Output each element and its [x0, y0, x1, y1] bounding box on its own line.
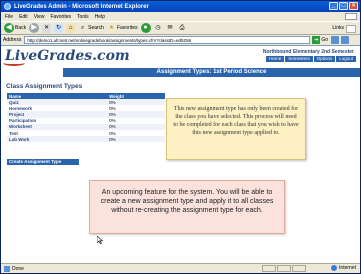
browser-window: LiveGrades Admin - Microsoft Internet Ex…: [0, 0, 361, 274]
menu-file[interactable]: File: [5, 14, 13, 20]
window-controls: _ □ ×: [329, 2, 358, 10]
print-icon[interactable]: ⎙: [178, 24, 187, 33]
favorites-label: Favorites: [116, 25, 138, 31]
nav-home[interactable]: Home: [266, 56, 285, 62]
nav-logout[interactable]: Logout: [336, 56, 356, 62]
refresh-icon[interactable]: ↻: [54, 23, 64, 33]
callout-note-yellow: This new assignment type has only been c…: [166, 98, 306, 160]
back-arrow-icon: ◀: [4, 23, 14, 33]
nav-options[interactable]: Options: [313, 56, 336, 62]
menu-tools[interactable]: Tools: [77, 14, 89, 20]
go-arrow-icon[interactable]: ➔: [312, 36, 321, 44]
mail-icon[interactable]: ✉: [166, 24, 175, 33]
status-pane: [277, 265, 291, 272]
menu-edit[interactable]: Edit: [19, 14, 28, 20]
address-tools: [331, 36, 350, 44]
ie-icon: [4, 3, 11, 10]
menu-bar: File Edit View Favorites Tools Help: [1, 12, 360, 21]
nav-semesters[interactable]: Semesters: [285, 56, 313, 62]
address-label: Address: [3, 37, 22, 43]
page-viewport: LiveGrades.com Northbound Elementary 2nd…: [1, 45, 360, 263]
search-icon: ⌕: [80, 24, 85, 31]
menu-view[interactable]: View: [34, 14, 45, 20]
toolbar: ◀ Back ▶ ✕ ↻ ⌂ ⌕ Search ★ Favorites ● ◷ …: [1, 21, 360, 35]
status-bar: Done Internet: [1, 263, 360, 273]
windows-logo-icon: [345, 13, 357, 20]
site-nav: Home Semesters Options Logout: [266, 56, 356, 62]
back-label: Back: [15, 25, 27, 31]
home-icon[interactable]: ⌂: [66, 23, 76, 33]
menu-help[interactable]: Help: [95, 14, 105, 20]
page-banner: Assignment Types: 1st Period Science: [63, 68, 360, 77]
table-row: Lab Work 0%: [7, 136, 165, 143]
go-label[interactable]: Go: [321, 37, 328, 43]
window-title: LiveGrades Admin - Microsoft Internet Ex…: [14, 3, 149, 10]
status-panes: [262, 265, 306, 272]
site-header: LiveGrades.com Northbound Elementary 2nd…: [1, 46, 360, 68]
stop-icon[interactable]: ✕: [42, 23, 52, 33]
mouse-cursor-icon: [97, 236, 103, 244]
links-label[interactable]: Links: [332, 25, 344, 31]
create-assignment-type-button[interactable]: Create Assignment Type: [7, 159, 79, 165]
toolbar-dropdown[interactable]: [346, 25, 356, 33]
history-icon[interactable]: ◷: [154, 24, 163, 33]
status-pane: [262, 265, 276, 272]
status-pane: [292, 265, 306, 272]
media-icon[interactable]: ●: [140, 23, 151, 33]
minimize-icon[interactable]: _: [329, 2, 338, 10]
close-icon[interactable]: ×: [349, 2, 358, 10]
search-label: Search: [88, 25, 104, 31]
status-text: Done: [12, 265, 24, 272]
logo-swoosh-icon: [3, 60, 25, 66]
security-zone: Internet: [331, 265, 356, 271]
assignment-types-table: Name Weight Quiz 0% Homework 0% Project …: [7, 93, 165, 143]
favorites-button[interactable]: ★ Favorites: [107, 23, 138, 34]
forward-arrow-icon[interactable]: ▶: [29, 23, 40, 33]
callout-note-pink: An upcoming feature for the system. You …: [89, 180, 285, 234]
search-button[interactable]: ⌕ Search: [78, 23, 104, 34]
title-bar: LiveGrades Admin - Microsoft Internet Ex…: [1, 1, 360, 12]
school-name: Northbound Elementary 2nd Semester: [262, 49, 354, 55]
address-bar: Address http://demo1.ufcnetr.net/onlineg…: [1, 35, 360, 45]
back-button[interactable]: ◀ Back: [4, 23, 26, 34]
internet-globe-icon: [331, 265, 338, 271]
favorites-star-icon: ★: [108, 24, 115, 31]
type-weight: 0%: [107, 136, 165, 143]
tool-icon-1[interactable]: [331, 36, 340, 44]
zone-text: Internet: [339, 265, 356, 271]
tool-icon-2[interactable]: [341, 36, 350, 44]
menu-favorites[interactable]: Favorites: [50, 14, 71, 20]
section-title: Class Assignment Types: [6, 83, 83, 90]
page-done-icon: [4, 265, 10, 272]
address-input[interactable]: http://demo1.ufcnetr.net/onlinegradebook…: [24, 36, 311, 44]
type-name-link[interactable]: Lab Work: [7, 136, 108, 143]
maximize-icon[interactable]: □: [339, 2, 348, 10]
